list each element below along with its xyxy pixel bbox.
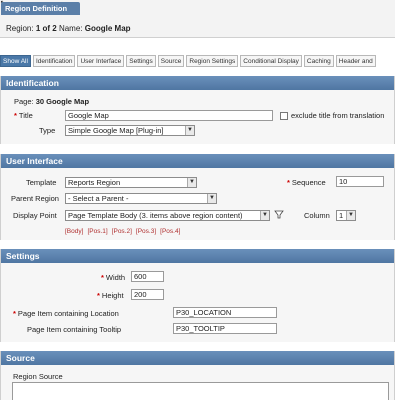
source-section: Source Region Source [0,351,395,400]
user-interface-heading: User Interface [1,154,394,168]
required-asterisk: * [101,273,104,282]
tab-header-and[interactable]: Header and [335,55,376,67]
exclude-translation-checkbox[interactable] [280,112,288,120]
region-definition-header: ↖ Region Definition Region: 1 of 2 Name:… [0,0,395,38]
tab-source[interactable]: Source [157,55,185,67]
width-label-wrap: * Width [101,273,125,283]
position-links: [Body] [Pos.1] [Pos.2] [Pos.3] [Pos.4] [65,226,184,236]
template-select[interactable]: Reports Region ▼ [65,177,197,188]
chevron-down-icon: ▼ [187,178,196,187]
parent-region-label: Parent Region [11,194,59,203]
page-label: Page: [14,97,34,106]
position-link-pos2[interactable]: [Pos.2] [112,228,132,235]
required-asterisk: * [97,291,100,300]
width-input[interactable]: 600 [131,271,164,282]
chevron-down-icon: ▼ [260,211,269,220]
tab-caching[interactable]: Caching [303,55,334,67]
region-source-label: Region Source [13,372,63,381]
parent-region-value: - Select a Parent - [68,194,129,203]
column-value: 1 [339,211,344,220]
width-label: Width [105,273,126,282]
region-info: Region: 1 of 2 Name: Google Map [6,24,131,34]
display-point-label: Display Point [13,211,57,220]
tab-region-settings[interactable]: Region Settings [186,55,239,67]
chevron-down-icon: ▼ [207,194,216,203]
page-info: Page: 30 Google Map [14,97,89,107]
position-link-pos3[interactable]: [Pos.3] [136,228,156,235]
exclude-translation-label: exclude title from translation [291,111,385,120]
required-asterisk: * [14,111,17,120]
flashlight-icon[interactable] [274,210,284,219]
height-label-wrap: * Height [97,291,124,301]
tooltip-input[interactable]: P30_TOOLTIP [173,323,277,334]
type-value: Simple Google Map [Plug-in] [68,126,164,135]
section-tabs: Show All Identification User Interface S… [0,55,376,67]
sequence-input[interactable]: 10 [336,176,384,187]
location-label: Page Item containing Location [17,309,119,318]
type-select[interactable]: Simple Google Map [Plug-in] ▼ [65,125,195,136]
source-heading: Source [1,351,394,365]
parent-region-select[interactable]: - Select a Parent - ▼ [65,193,217,204]
location-label-wrap: * Page Item containing Location [13,309,119,319]
tab-user-interface[interactable]: User Interface [77,55,125,67]
name-value: Google Map [84,24,131,33]
tab-identification[interactable]: Identification [32,55,76,67]
chevron-down-icon: ▼ [346,211,355,220]
region-definition-tab[interactable]: Region Definition [1,2,80,15]
name-label: Name: [58,24,83,33]
display-point-value: Page Template Body (3. items above regio… [68,211,243,220]
tab-settings[interactable]: Settings [126,55,156,67]
height-input[interactable]: 200 [131,289,164,300]
page-value: 30 Google Map [35,97,90,106]
region-label: Region: [6,24,34,33]
identification-section: Identification Page: 30 Google Map * Titl… [0,76,395,144]
position-link-body[interactable]: [Body] [65,228,83,235]
title-label-wrap: * Title [14,111,33,121]
column-select[interactable]: 1 ▼ [336,210,356,221]
tab-conditional-display[interactable]: Conditional Display [240,55,302,67]
region-source-textarea[interactable] [12,382,389,400]
sequence-label: Sequence [291,178,326,187]
sequence-label-wrap: * Sequence [287,178,326,188]
column-label: Column [304,211,330,220]
tooltip-label: Page Item containing Tooltip [27,325,122,334]
location-input[interactable]: P30_LOCATION [173,307,277,318]
template-value: Reports Region [68,178,121,187]
type-label: Type [39,126,56,135]
identification-heading: Identification [1,76,394,90]
template-label: Template [26,178,57,187]
display-point-select[interactable]: Page Template Body (3. items above regio… [65,210,270,221]
required-asterisk: * [287,178,290,187]
user-interface-section: User Interface Template Reports Region ▼… [0,154,395,240]
settings-section: Settings * Width 600 * Height 200 * Page It… [0,249,395,342]
settings-heading: Settings [1,249,394,263]
chevron-down-icon: ▼ [185,126,194,135]
tab-show-all[interactable]: Show All [0,55,31,67]
title-input[interactable]: Google Map [65,110,273,121]
position-link-pos4[interactable]: [Pos.4] [160,228,180,235]
height-label: Height [101,291,124,300]
position-link-pos1[interactable]: [Pos.1] [87,228,107,235]
title-label: Title [18,111,33,120]
region-value: 1 of 2 [35,24,57,33]
required-asterisk: * [13,309,16,318]
